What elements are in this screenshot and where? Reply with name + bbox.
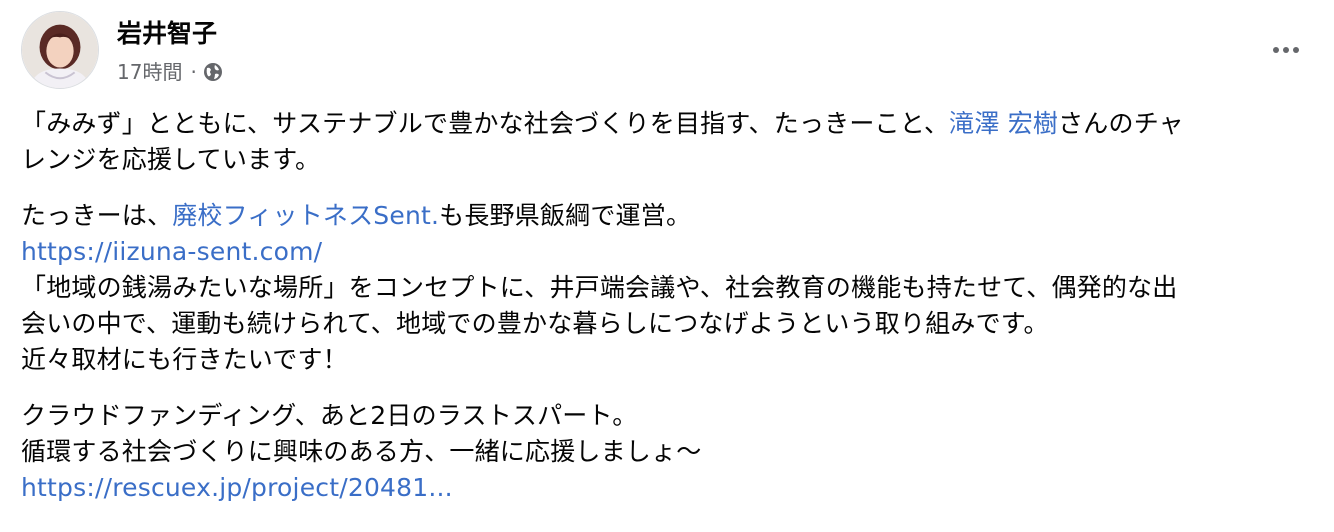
- post-body: 「みみず」とともに、サステナブルで豊かな社会づくりを目指す、たっきーこと、滝澤 …: [21, 106, 1313, 526]
- post-subline: 17時間 ·: [117, 60, 223, 84]
- more-options-button[interactable]: [1266, 30, 1306, 70]
- avatar[interactable]: [21, 11, 99, 89]
- avatar-image: [22, 12, 98, 88]
- paragraph-1: 「みみず」とともに、サステナブルで豊かな社会づくりを目指す、たっきーこと、滝澤 …: [21, 109, 1184, 174]
- mention-link[interactable]: 滝澤 宏樹: [949, 109, 1058, 138]
- separator-dot: ·: [190, 60, 197, 84]
- page-link[interactable]: 廃校フィットネスSent.: [172, 201, 439, 230]
- paragraph-3: クラウドファンディング、あと2日のラストスパート。 循環する社会づくりに興味のあ…: [21, 398, 1313, 506]
- facebook-post: 岩井智子 17時間 · 「みみず」とともに、サステナブルで豊かな社会づくりを目指…: [0, 0, 1334, 532]
- ellipsis-icon: [1273, 47, 1279, 53]
- crowdfunding-link[interactable]: https://rescuex.jp/project/20481...: [21, 470, 1313, 506]
- post-header: 岩井智子 17時間 ·: [21, 11, 223, 89]
- paragraph-2: たっきーは、廃校フィットネスSent.も長野県飯綱で運営。 https://ii…: [21, 198, 1313, 378]
- post-timestamp[interactable]: 17時間: [117, 60, 182, 84]
- post-meta: 岩井智子 17時間 ·: [117, 11, 223, 84]
- author-name[interactable]: 岩井智子: [117, 16, 223, 52]
- url-link[interactable]: https://iizuna-sent.com/: [21, 234, 1313, 270]
- globe-icon[interactable]: [203, 62, 223, 82]
